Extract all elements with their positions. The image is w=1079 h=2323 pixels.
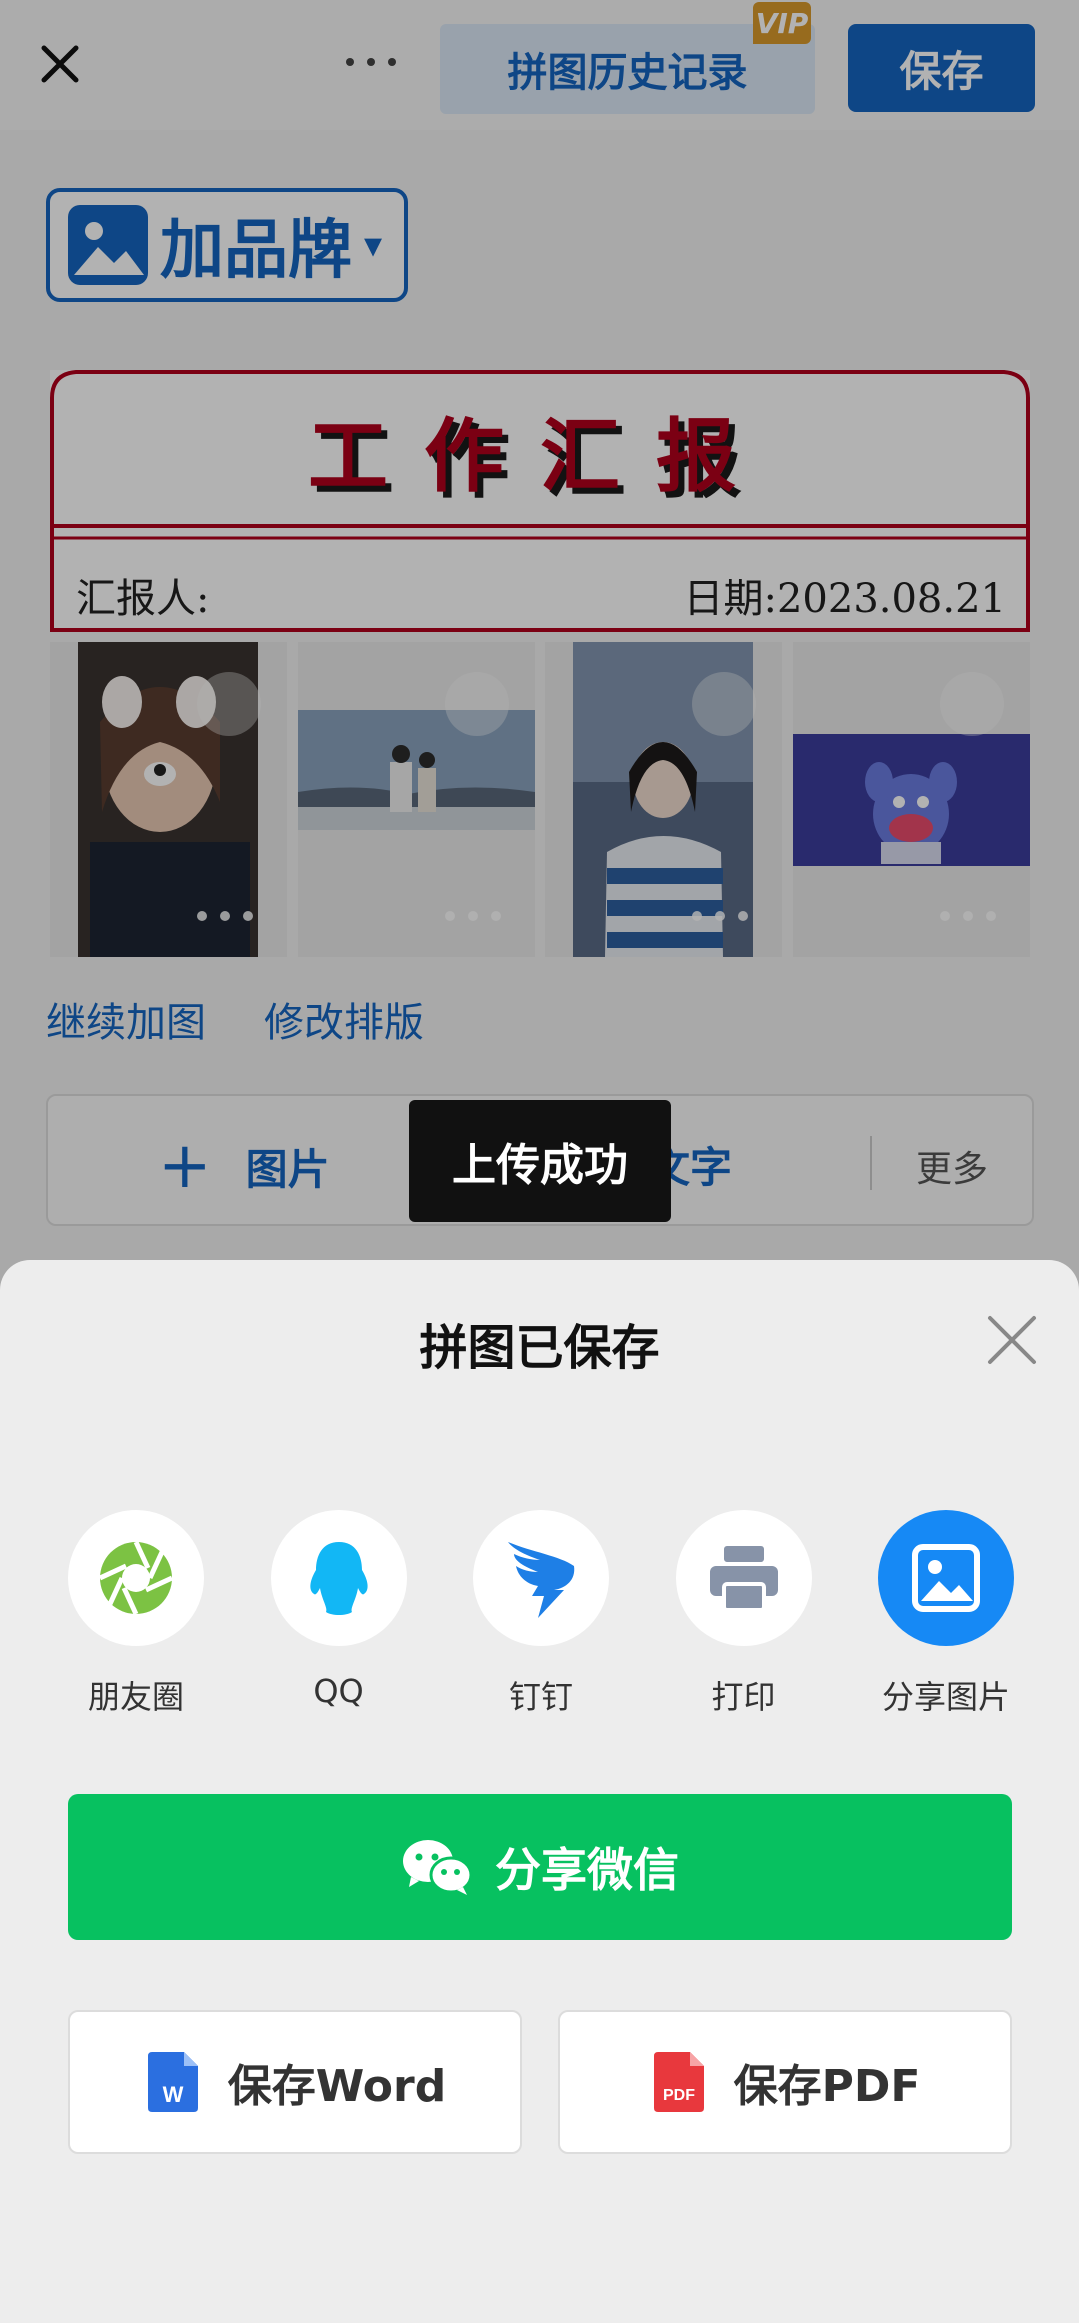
pdf-file-icon: PDF <box>653 2052 704 2112</box>
print-label: 打印 <box>711 1678 776 1716</box>
sheet-title: 拼图已保存 <box>419 1320 660 1376</box>
word-file-icon: W <box>147 2052 198 2112</box>
moments-shutter-icon <box>98 1540 174 1616</box>
svg-text:PDF: PDF <box>663 2087 695 2104</box>
save-format-row: W 保存Word PDF 保存PDF <box>68 2010 1012 2154</box>
save-word-button[interactable]: W 保存Word <box>68 2010 522 2154</box>
share-qq-label: QQ <box>313 1672 364 1710</box>
share-moments-button[interactable]: 朋友圈 <box>46 1510 226 1718</box>
dingtalk-icon <box>508 1542 575 1618</box>
close-icon[interactable] <box>986 1314 1038 1366</box>
upload-success-toast: 上传成功 <box>409 1100 671 1222</box>
save-pdf-label: 保存PDF <box>733 2061 921 2112</box>
share-targets: 朋友圈 QQ 钉钉 打印 分享图片 <box>46 1510 1036 1718</box>
printer-icon <box>709 1546 778 1612</box>
share-qq-button[interactable]: QQ <box>249 1510 429 1718</box>
share-dingtalk-label: 钉钉 <box>508 1678 573 1716</box>
share-wechat-button[interactable]: 分享微信 <box>68 1794 1012 1940</box>
image-icon <box>912 1544 980 1612</box>
share-wechat-label: 分享微信 <box>495 1843 679 1897</box>
share-moments-label: 朋友圈 <box>87 1678 184 1716</box>
share-image-label: 分享图片 <box>881 1678 1010 1716</box>
print-button[interactable]: 打印 <box>654 1510 834 1718</box>
save-result-sheet: 拼图已保存 朋友圈 QQ 钉钉 打印 分享图片 分享微信 W 保存Word PD… <box>0 1260 1079 2323</box>
wechat-icon <box>403 1840 473 1895</box>
save-word-label: 保存Word <box>227 2061 447 2112</box>
share-image-button[interactable]: 分享图片 <box>856 1510 1036 1718</box>
svg-text:W: W <box>162 2082 183 2107</box>
qq-penguin-icon <box>309 1542 368 1615</box>
save-pdf-button[interactable]: PDF 保存PDF <box>558 2010 1012 2154</box>
share-dingtalk-button[interactable]: 钉钉 <box>451 1510 631 1718</box>
